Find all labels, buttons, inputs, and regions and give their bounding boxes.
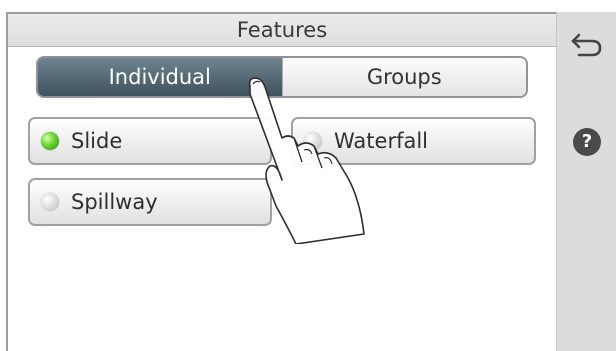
feature-label: Spillway <box>71 190 158 214</box>
tab-groups[interactable]: Groups <box>281 58 526 96</box>
view-toggle: Individual Groups <box>36 56 528 98</box>
features-panel: Features Individual Groups Slide Waterfa… <box>6 12 556 351</box>
feature-button-waterfall[interactable]: Waterfall <box>291 117 536 165</box>
page-title: Features <box>8 14 556 47</box>
tab-individual[interactable]: Individual <box>38 58 282 96</box>
feature-button-slide[interactable]: Slide <box>28 117 272 165</box>
sidebar: ? <box>556 12 616 351</box>
status-led-off-icon <box>41 193 59 211</box>
help-button[interactable]: ? <box>573 128 601 156</box>
back-arrow-icon <box>571 33 602 57</box>
feature-button-spillway[interactable]: Spillway <box>28 178 272 226</box>
status-led-off-icon <box>304 132 322 150</box>
back-button[interactable] <box>570 30 604 60</box>
feature-label: Slide <box>71 129 123 153</box>
feature-label: Waterfall <box>334 129 429 153</box>
status-led-on-icon <box>41 132 59 150</box>
